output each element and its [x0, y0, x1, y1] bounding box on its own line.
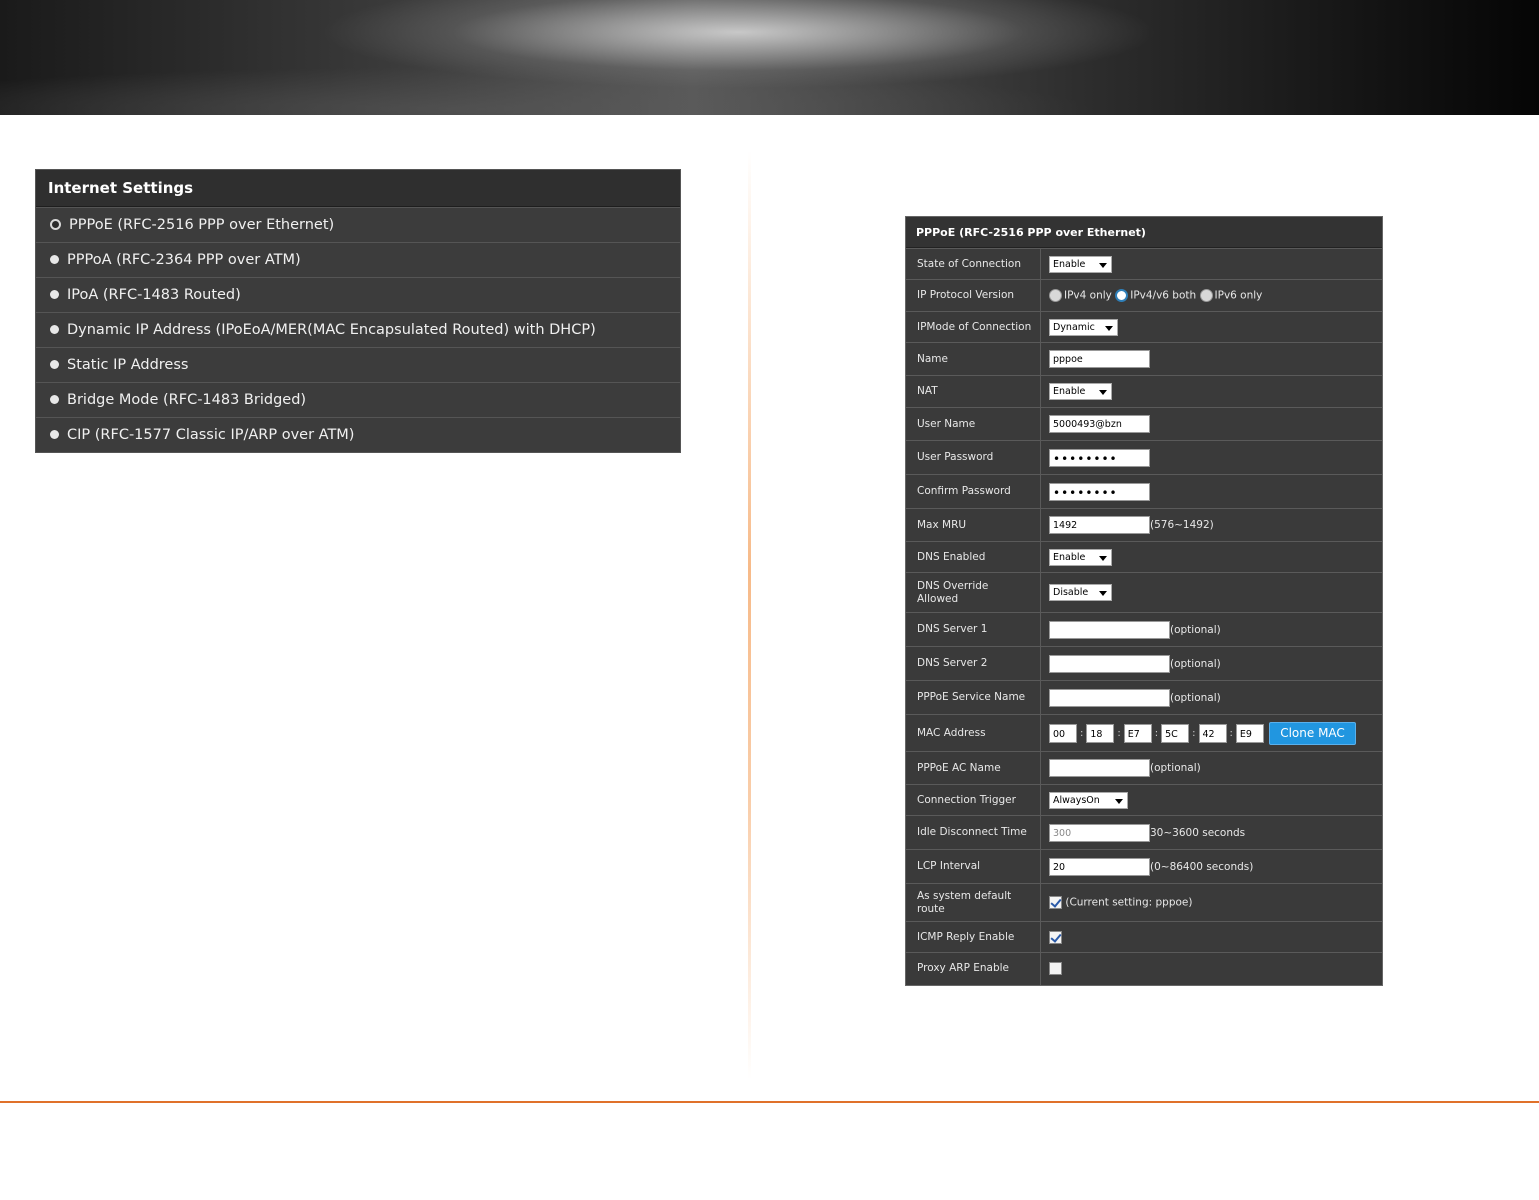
row-icmp-reply: ICMP Reply Enable — [906, 921, 1382, 953]
internet-settings-panel: Internet Settings PPPoE (RFC-2516 PPP ov… — [35, 169, 681, 453]
pppoe-ac-name-input[interactable] — [1049, 759, 1150, 777]
clone-mac-button[interactable]: Clone MAC — [1269, 721, 1356, 745]
chevron-down-icon — [1099, 262, 1107, 268]
row-ip-protocol-version: IP Protocol Version IPv4 only IPv4/v6 bo… — [906, 279, 1382, 312]
row-nat: NAT Enable — [906, 375, 1382, 408]
radio-ipv6-only[interactable] — [1199, 289, 1213, 302]
row-user-name: User Name 5000493@bzn — [906, 407, 1382, 441]
chevron-down-icon — [1099, 555, 1107, 561]
proxy-arp-checkbox[interactable] — [1049, 962, 1062, 976]
state-of-connection-select[interactable]: Enable — [1049, 255, 1112, 273]
row-proxy-arp: Proxy ARP Enable — [906, 952, 1382, 985]
pppoe-form: State of Connection Enable IP Protocol V… — [906, 248, 1382, 985]
radio-icon[interactable] — [50, 289, 59, 299]
row-max-mru: Max MRU 1492 (576~1492) — [906, 508, 1382, 542]
row-dns-server1: DNS Server 1 (optional) — [906, 612, 1382, 647]
option-ipoa[interactable]: IPoA (RFC-1483 Routed) — [36, 277, 680, 312]
option-pppoa[interactable]: PPPoA (RFC-2364 PPP over ATM) — [36, 242, 680, 277]
chevron-down-icon — [1099, 390, 1107, 395]
idle-disconnect-input[interactable]: 300 — [1049, 823, 1150, 842]
row-confirm-password: Confirm Password •••••••• — [906, 474, 1382, 509]
option-dynamic-ip[interactable]: Dynamic IP Address (IPoEoA/MER(MAC Encap… — [36, 312, 680, 347]
dns-enabled-select[interactable]: Enable — [1049, 548, 1112, 566]
option-cip[interactable]: CIP (RFC-1577 Classic IP/ARP over ATM) — [36, 417, 680, 452]
connection-trigger-select[interactable]: AlwaysOn — [1049, 791, 1128, 809]
row-ipmode: IPMode of Connection Dynamic — [906, 311, 1382, 343]
radio-icon[interactable] — [50, 394, 59, 404]
mac-octet-5[interactable]: 42 — [1198, 723, 1227, 743]
dns-override-select[interactable]: Disable — [1049, 584, 1112, 601]
row-dns-enabled: DNS Enabled Enable — [906, 541, 1382, 573]
max-mru-input[interactable]: 1492 — [1049, 516, 1150, 534]
mac-octet-4[interactable]: 5C — [1161, 723, 1190, 743]
row-pppoe-ac-name: PPPoE AC Name (optional) — [906, 751, 1382, 785]
row-mac-address: MAC Address 00:18: E7:5C:42: E9 Clone MAC — [906, 714, 1382, 752]
dns-server2-input[interactable] — [1049, 654, 1170, 673]
footer-divider — [0, 1101, 1539, 1103]
radio-icon[interactable] — [50, 429, 59, 439]
icmp-reply-checkbox[interactable] — [1049, 930, 1062, 944]
row-connection-trigger: Connection Trigger AlwaysOn — [906, 784, 1382, 816]
row-dns-server2: DNS Server 2 (optional) — [906, 646, 1382, 681]
row-state-of-connection: State of Connection Enable — [906, 248, 1382, 280]
option-pppoe[interactable]: PPPoE (RFC-2516 PPP over Ethernet) — [36, 207, 680, 242]
header-banner — [0, 0, 1539, 115]
radio-icon[interactable] — [50, 359, 59, 369]
radio-icon[interactable] — [50, 254, 59, 264]
user-name-input[interactable]: 5000493@bzn — [1049, 415, 1150, 433]
radio-selected-icon[interactable] — [50, 218, 61, 230]
mac-octet-1[interactable]: 00 — [1049, 723, 1077, 743]
dns-server1-input[interactable] — [1049, 620, 1170, 639]
chevron-down-icon — [1115, 798, 1123, 804]
pppoe-service-name-input[interactable] — [1049, 688, 1170, 707]
radio-icon[interactable] — [50, 324, 59, 334]
mac-octet-6[interactable]: E9 — [1235, 723, 1264, 743]
default-route-checkbox[interactable] — [1049, 896, 1062, 909]
chevron-down-icon — [1099, 591, 1107, 596]
row-default-route: As system default route (Current setting:… — [906, 883, 1382, 922]
row-pppoe-service-name: PPPoE Service Name (optional) — [906, 680, 1382, 715]
option-static-ip[interactable]: Static IP Address — [36, 347, 680, 382]
ipmode-select[interactable]: Dynamic — [1049, 318, 1118, 336]
chevron-down-icon — [1105, 325, 1113, 331]
nat-select[interactable]: Enable — [1049, 383, 1112, 400]
row-dns-override: DNS Override Allowed Disable — [906, 572, 1382, 613]
pppoe-settings-panel: PPPoE (RFC-2516 PPP over Ethernet) State… — [905, 216, 1383, 986]
row-user-password: User Password •••••••• — [906, 440, 1382, 475]
internet-settings-title: Internet Settings — [36, 170, 680, 207]
radio-ipv4-only[interactable] — [1049, 289, 1062, 302]
row-idle-disconnect: Idle Disconnect Time 300 30~3600 seconds — [906, 815, 1382, 850]
name-input[interactable]: pppoe — [1049, 350, 1150, 368]
option-bridge-mode[interactable]: Bridge Mode (RFC-1483 Bridged) — [36, 382, 680, 417]
row-lcp-interval: LCP Interval 20 (0~86400 seconds) — [906, 849, 1382, 884]
row-name: Name pppoe — [906, 342, 1382, 376]
mac-octet-2[interactable]: 18 — [1086, 723, 1115, 743]
lcp-interval-input[interactable]: 20 — [1049, 857, 1150, 876]
user-password-input[interactable]: •••••••• — [1049, 448, 1150, 467]
pppoe-title: PPPoE (RFC-2516 PPP over Ethernet) — [906, 217, 1382, 248]
radio-ipv4v6-both[interactable] — [1115, 289, 1129, 302]
confirm-password-input[interactable]: •••••••• — [1049, 482, 1150, 501]
mac-octet-3[interactable]: E7 — [1123, 723, 1152, 743]
vertical-divider — [748, 150, 751, 1080]
